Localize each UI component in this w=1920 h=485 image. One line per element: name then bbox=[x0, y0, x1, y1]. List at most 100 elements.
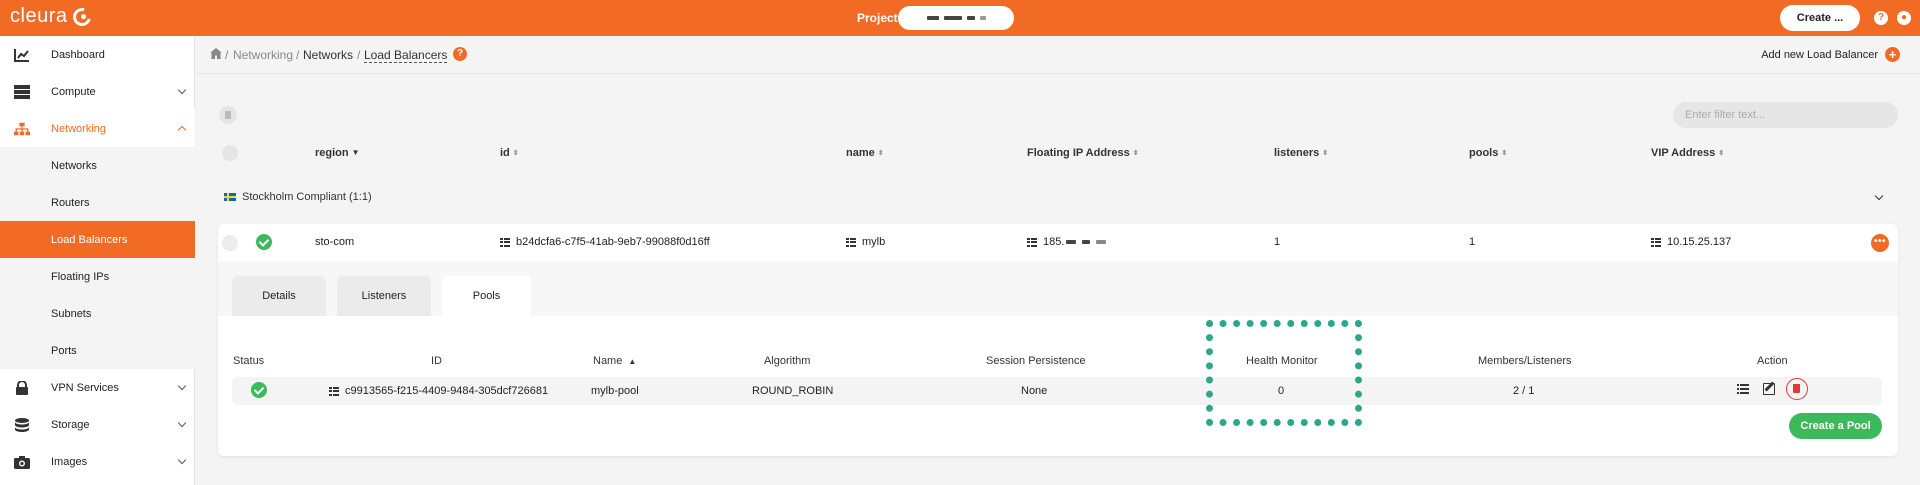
create-pool-button[interactable]: Create a Pool bbox=[1789, 413, 1882, 439]
project-label: Project bbox=[857, 11, 898, 25]
redacted-text bbox=[926, 16, 939, 20]
sidebar-item-routers[interactable]: Routers bbox=[0, 184, 195, 221]
sidebar-item-subnets[interactable]: Subnets bbox=[0, 295, 195, 332]
user-icon[interactable]: ● bbox=[1897, 11, 1911, 25]
chevron-down-icon bbox=[177, 455, 187, 465]
edit-icon[interactable] bbox=[1763, 383, 1775, 395]
breadcrumb-networks[interactable]: Networks bbox=[303, 48, 353, 62]
sidebar-item-networks[interactable]: Networks bbox=[0, 147, 195, 184]
cell-vip[interactable]: 10.15.25.137 bbox=[1651, 236, 1731, 248]
add-load-balancer-link[interactable]: Add new Load Balancer bbox=[1761, 49, 1878, 61]
plus-icon[interactable]: + bbox=[1885, 47, 1900, 62]
sidebar-item-label: VPN Services bbox=[51, 381, 119, 394]
sidebar-item-label: Images bbox=[51, 455, 88, 468]
pool-header-members-listeners: Members/Listeners bbox=[1478, 355, 1572, 367]
tab-listeners[interactable]: Listeners bbox=[337, 276, 431, 316]
sidebar-item-images[interactable]: Images bbox=[0, 443, 195, 480]
chart-icon bbox=[14, 48, 29, 62]
cleura-logo-icon bbox=[70, 4, 95, 29]
sidebar-item-label: Storage bbox=[51, 418, 90, 431]
create-button[interactable]: Create ... bbox=[1780, 5, 1860, 31]
sidebar-item-floating-ips[interactable]: Floating IPs bbox=[0, 258, 195, 295]
network-icon bbox=[14, 122, 30, 135]
database-icon bbox=[15, 417, 29, 432]
column-header-region[interactable]: region ▼ bbox=[315, 147, 360, 159]
breadcrumb: / Networking / Networks / Load Balancers… bbox=[196, 36, 1920, 74]
pool-header-status: Status bbox=[233, 355, 265, 367]
tab-details[interactable]: Details bbox=[232, 276, 326, 316]
sidebar-item-label: Networks bbox=[51, 159, 97, 172]
tab-pools[interactable]: Pools bbox=[442, 276, 531, 316]
page-title: Load Balancers bbox=[364, 48, 448, 63]
cell-id[interactable]: b24dcfa6-c7f5-41ab-9eb7-99088f0d16ff bbox=[500, 236, 710, 248]
sidebar-item-vpn-services[interactable]: VPN Services bbox=[0, 369, 195, 406]
breadcrumb-networking[interactable]: Networking bbox=[233, 48, 293, 62]
sidebar-item-label: Floating IPs bbox=[51, 270, 110, 283]
sort-icon: ⬍ bbox=[1322, 150, 1329, 157]
sidebar-item-dashboard[interactable]: Dashboard bbox=[0, 36, 195, 73]
ip-icon bbox=[1027, 237, 1037, 247]
bulk-delete-icon[interactable] bbox=[219, 106, 237, 124]
redacted-text bbox=[966, 16, 975, 20]
column-header-id[interactable]: id ⬍ bbox=[500, 147, 519, 159]
help-icon[interactable]: ? bbox=[1874, 11, 1888, 25]
row-checkbox[interactable] bbox=[222, 235, 238, 251]
status-ok-icon bbox=[251, 382, 267, 398]
id-icon bbox=[329, 386, 339, 396]
project-selector[interactable] bbox=[898, 6, 1014, 30]
column-header-floating-ip[interactable]: Floating IP Address ⬍ bbox=[1027, 147, 1139, 159]
health-monitor-highlight bbox=[1206, 320, 1362, 426]
sidebar-item-networking[interactable]: Networking bbox=[0, 110, 195, 147]
cell-fip-text: 185. bbox=[1043, 236, 1065, 248]
filter-input[interactable] bbox=[1673, 102, 1898, 128]
select-all-checkbox[interactable] bbox=[222, 145, 238, 161]
home-icon[interactable] bbox=[210, 48, 222, 59]
sort-icon: ⬍ bbox=[877, 150, 884, 157]
region-group-header[interactable]: Stockholm Compliant (1:1) bbox=[224, 191, 372, 203]
sidebar-item-ports[interactable]: Ports bbox=[0, 332, 195, 369]
cell-vip-text: 10.15.25.137 bbox=[1667, 236, 1732, 248]
chevron-down-icon[interactable] bbox=[1874, 191, 1884, 201]
column-header-label: id bbox=[500, 147, 510, 159]
name-icon bbox=[846, 237, 856, 247]
column-header-label: region bbox=[315, 147, 349, 159]
sort-icon: ⬍ bbox=[1501, 150, 1508, 157]
sidebar-item-load-balancers[interactable]: Load Balancers bbox=[0, 221, 195, 258]
column-header-vip[interactable]: VIP Address ⬍ bbox=[1651, 147, 1724, 159]
help-icon[interactable]: ? bbox=[453, 47, 467, 61]
column-header-listeners[interactable]: listeners ⬍ bbox=[1274, 147, 1328, 159]
sidebar-item-label: Dashboard bbox=[51, 48, 105, 61]
breadcrumb-separator: / bbox=[357, 48, 361, 62]
sidebar-item-compute[interactable]: Compute bbox=[0, 73, 195, 110]
column-header-name[interactable]: name ⬍ bbox=[846, 147, 884, 159]
column-header-pools[interactable]: pools ⬍ bbox=[1469, 147, 1507, 159]
chevron-down-icon bbox=[177, 85, 187, 95]
pool-cell-algorithm: ROUND_ROBIN bbox=[752, 385, 834, 397]
vip-icon bbox=[1651, 237, 1661, 247]
sidebar-item-label: Compute bbox=[51, 85, 96, 98]
chevron-down-icon bbox=[177, 418, 187, 428]
sweden-flag-icon bbox=[224, 193, 236, 201]
list-icon[interactable] bbox=[1737, 384, 1749, 394]
pool-cell-id[interactable]: c9913565-f215-4409-9484-305dcf726681 bbox=[329, 385, 548, 397]
cell-name[interactable]: mylb bbox=[846, 236, 885, 248]
trash-icon[interactable] bbox=[1786, 378, 1808, 400]
breadcrumb-separator: / bbox=[296, 48, 300, 62]
more-actions-icon[interactable]: ••• bbox=[1871, 234, 1889, 252]
sidebar-item-storage[interactable]: Storage bbox=[0, 406, 195, 443]
sort-icon: ⬍ bbox=[512, 150, 519, 157]
camera-icon bbox=[14, 455, 30, 469]
cell-name-text: mylb bbox=[862, 236, 886, 248]
column-header-label: VIP Address bbox=[1651, 147, 1716, 159]
cleura-logo[interactable]: cleura bbox=[10, 4, 95, 29]
pool-header-algorithm: Algorithm bbox=[764, 355, 811, 367]
redacted-text bbox=[1096, 240, 1107, 244]
cell-floating-ip[interactable]: 185. bbox=[1027, 236, 1107, 248]
pool-header-label: Name bbox=[593, 355, 623, 367]
redacted-text bbox=[1082, 240, 1091, 244]
sort-icon: ⬍ bbox=[1132, 150, 1139, 157]
sidebar-item-label: Networking bbox=[51, 122, 107, 135]
pool-cell-name: mylb-pool bbox=[591, 385, 639, 397]
pool-header-name[interactable]: Name ▲ bbox=[593, 355, 636, 367]
column-header-label: name bbox=[846, 147, 875, 159]
